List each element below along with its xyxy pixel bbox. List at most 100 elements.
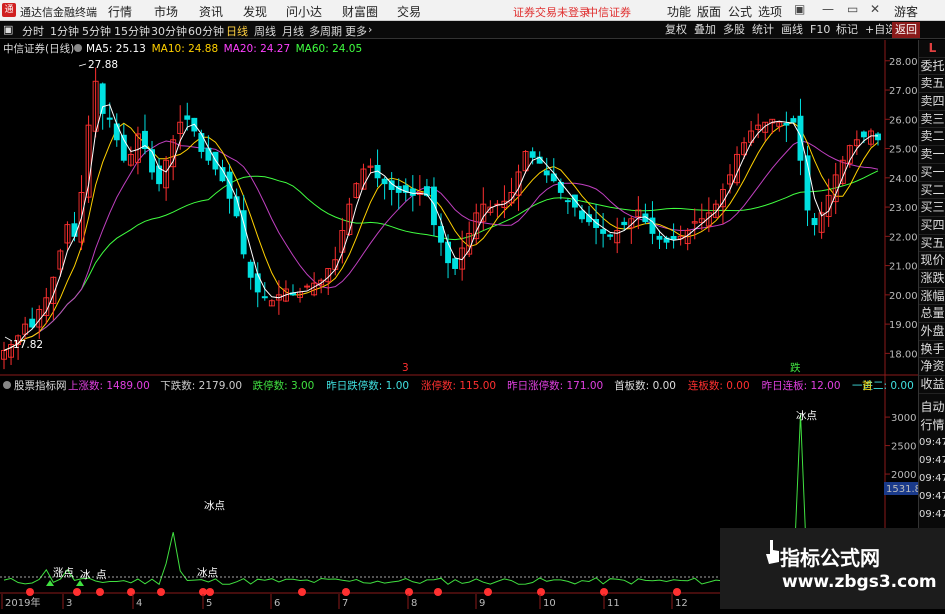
restore-icon[interactable]: ▭ [847,2,858,16]
sidebar-item-5[interactable]: 卖二 [919,128,945,147]
btn-fanhui[interactable]: 返回 [892,22,920,38]
annotation-bingdian-3: 冰点 [796,409,817,422]
btn-duogu[interactable]: 多股 [720,22,748,38]
candle-body [438,226,444,243]
candle-body [149,149,155,173]
btn-f10[interactable]: F10 [807,22,833,38]
period-more[interactable]: 更多 [345,23,367,39]
sidebar-item-8[interactable]: 买二 [919,182,945,200]
btn-huaxian[interactable]: 画线 [778,22,806,38]
candle-body [543,170,550,176]
candle-body [579,210,585,220]
menu-xuanxiang[interactable]: 选项 [758,3,782,20]
period-monthly[interactable]: 月线 [282,23,304,39]
sidebar-item-19[interactable]: 收益 [919,376,945,394]
sidebar-item-17[interactable]: 换手 [919,341,945,359]
menu-hangqing[interactable]: 行情 [108,3,132,20]
price-label-7: 21.00 [889,262,918,273]
skin-icon[interactable]: ▣ [794,2,805,16]
menu-faxian[interactable]: 发现 [243,3,267,20]
period-5min[interactable]: 5分钟 [82,23,111,39]
signal-marker-icon [673,588,681,596]
period-30min[interactable]: 30分钟 [151,23,187,39]
marker-3: 3 [402,362,409,374]
annotation-bingdian-2: 冰点 [197,566,218,579]
sidebar-hangqing[interactable]: 行情 [919,416,945,434]
sidebar-item-0[interactable]: L [919,40,945,58]
sidebar-item-3[interactable]: 卖四 [919,93,945,111]
sidebar-item-16[interactable]: 外盘 [919,323,945,341]
candle-body [621,221,628,226]
period-60min[interactable]: 60分钟 [188,23,224,39]
menu-wenxiaoda[interactable]: 问小达 [286,3,322,20]
price-label-9: 19.00 [889,320,918,331]
sidebar-item-14[interactable]: 涨幅 [919,288,945,306]
chevron-right-icon[interactable]: › [368,23,372,36]
sidebar-item-12[interactable]: 现价 [919,252,945,270]
menu-jiaoyi[interactable]: 交易 [397,3,421,20]
x-label-10: 12 [675,598,688,609]
period-weekly[interactable]: 周线 [254,23,276,39]
menu-toggle-icon[interactable]: ▣ [3,23,13,36]
candle-body [670,236,677,240]
candle-body [656,235,663,240]
candle-body [247,261,254,278]
menu-gongshi[interactable]: 公式 [728,3,752,20]
period-daily[interactable]: 日线 [226,23,248,39]
sidebar-item-2[interactable]: 卖五 [919,75,945,94]
login-notice[interactable]: 证券交易未登录 [513,4,590,20]
guest-label[interactable]: 游客 [894,3,918,20]
menu-gongneng[interactable]: 功能 [667,3,691,20]
x-label-1: 3 [66,598,72,609]
menu-caifuquan[interactable]: 财富圈 [342,3,378,20]
btn-tongji[interactable]: 统计 [749,22,777,38]
btn-diejia[interactable]: 叠加 [691,22,719,38]
candle-body [452,258,459,269]
period-multi[interactable]: 多周期 [309,23,342,39]
watermark-url: www.zbgs3.com [782,572,937,592]
close-icon[interactable]: ✕ [870,2,880,16]
stat-1: 下跌数: 2179.00 [160,379,242,392]
sidebar-item-7[interactable]: 买一 [919,164,945,182]
x-label-8: 10 [543,598,556,609]
ma-legend-1: MA10: 24.88 [152,43,219,55]
sidebar-auto[interactable]: 自动 [919,398,945,416]
sidebar-item-6[interactable]: 卖一 [919,146,945,164]
stock-title: 中信证券(日线) [3,42,74,55]
period-fenshi[interactable]: 分时 [22,23,44,39]
x-label-3: 5 [206,598,212,609]
price-label-3: 25.00 [889,145,918,156]
signal-marker-icon [127,588,135,596]
ma-legend-2: MA20: 24.27 [224,43,291,55]
right-sidebar: L 委托 卖五 卖四 卖三 卖二 卖一 买一 买二 买三 买四 买五 现价 涨跌 涨幅 总量 外盘 换手 净资 收益 … [918,40,945,610]
sidebar-item-13[interactable]: 涨跌 [919,270,945,288]
kline-chart[interactable]: 中信证券(日线) MA5: 25.13 MA10: 24.88 MA20: 24.2… [0,40,918,609]
indicator-settings-icon[interactable] [3,381,11,389]
signal-marker-icon [405,588,413,596]
sidebar-time-3: 09:47 [919,490,945,502]
sidebar-item-10[interactable]: 买四 [919,217,945,235]
candle-body [790,118,797,123]
sidebar-item-9[interactable]: 买三 [919,199,945,217]
sidebar-item-15[interactable]: 总量 [919,305,945,323]
btn-fuquan[interactable]: 复权 [662,22,690,38]
sidebar-item-18[interactable]: 净资 [919,358,945,377]
price-label-10: 18.00 [889,349,918,360]
sidebar-item-1[interactable]: 委托 [919,58,945,76]
ind-label-0: 3000 [891,413,916,424]
stat-4: 涨停数: 115.00 [421,379,496,392]
menu-shichang[interactable]: 市场 [154,3,178,20]
sidebar-item-4[interactable]: 卖三 [919,111,945,129]
btn-biaoji[interactable]: 标记 [833,22,861,38]
signal-marker-icon [73,588,81,596]
minimize-icon[interactable]: — [822,2,834,16]
candle-body [875,133,881,141]
period-15min[interactable]: 15分钟 [114,23,150,39]
candle-body [409,188,416,196]
menu-banmian[interactable]: 版面 [697,3,721,20]
settings-icon[interactable] [74,44,82,52]
sidebar-item-11[interactable]: 买五 [919,235,945,253]
period-1min[interactable]: 1分钟 [50,23,79,39]
menu-zixun[interactable]: 资讯 [199,3,223,20]
x-label-7: 9 [479,598,485,609]
